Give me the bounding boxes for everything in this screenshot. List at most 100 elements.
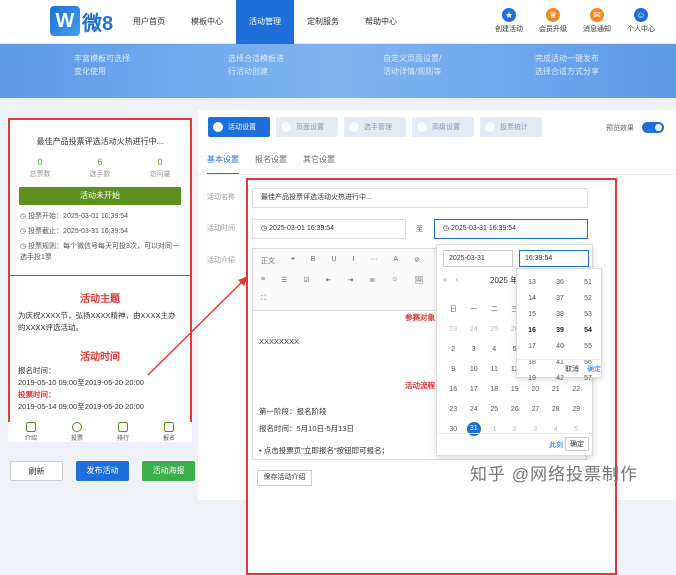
picker-month-label: 2025 年	[490, 276, 519, 285]
confirm-date-button[interactable]: 确定	[565, 437, 589, 451]
day-cell[interactable]: 29	[566, 406, 587, 413]
day-cell[interactable]: 2	[505, 426, 526, 433]
time-cancel-button[interactable]: 取消	[565, 364, 579, 374]
preview-tab-vote[interactable]: 投票	[71, 422, 83, 442]
step-vote-stats[interactable]: 投票统计	[480, 117, 542, 137]
now-button[interactable]: 此刻	[549, 440, 563, 450]
indent-icon[interactable]: ⇥	[348, 276, 354, 284]
day-cell[interactable]: 3	[525, 426, 546, 433]
preview-tab-signup[interactable]: 报名	[163, 422, 175, 442]
refresh-button[interactable]: 刷新	[10, 461, 63, 481]
day-cell[interactable]: 16	[443, 386, 464, 393]
day-cell[interactable]: 5	[566, 426, 587, 433]
day-cell[interactable]: 23	[443, 406, 464, 413]
quote-icon[interactable]: ❝	[291, 256, 295, 266]
time-option[interactable]: 54	[575, 323, 601, 339]
tab-signup-settings[interactable]: 报名设置	[255, 154, 287, 175]
time-option[interactable]: 40	[547, 339, 573, 355]
preview-toggle[interactable]	[642, 122, 664, 133]
time-option[interactable]: 13	[519, 275, 545, 291]
step-contestant-manage[interactable]: 选手管理	[344, 117, 406, 137]
day-cell[interactable]: 26	[505, 406, 526, 413]
publish-button[interactable]: 发布活动	[76, 461, 129, 481]
prev-month-icon[interactable]: ‹	[456, 275, 459, 284]
preview-tab-intro[interactable]: 介绍	[25, 422, 37, 442]
time-option[interactable]: 37	[547, 291, 573, 307]
time-option[interactable]: 14	[519, 291, 545, 307]
logo[interactable]: W 微8	[50, 6, 113, 36]
day-cell[interactable]: 24	[464, 406, 485, 413]
outdent-icon[interactable]: ⇤	[326, 276, 332, 284]
nav-custom-service[interactable]: 定制服务	[294, 0, 352, 44]
image-icon[interactable]: 🖼	[414, 276, 423, 284]
time-option[interactable]: 39	[547, 323, 573, 339]
poster-button[interactable]: 活动海报	[142, 461, 195, 481]
day-cell[interactable]: 10	[464, 366, 485, 373]
nav-templates[interactable]: 模板中心	[178, 0, 236, 44]
save-intro-button[interactable]: 保存活动介绍	[257, 470, 312, 486]
checklist-icon[interactable]: ☑	[303, 276, 309, 284]
time-option[interactable]: 51	[575, 275, 601, 291]
step-page-settings[interactable]: 页面设置	[276, 117, 338, 137]
time-option[interactable]: 36	[547, 275, 573, 291]
time-option[interactable]: 55	[575, 339, 601, 355]
prev-year-icon[interactable]: «	[443, 275, 447, 284]
day-cell[interactable]: 2	[443, 346, 464, 353]
emoji-icon[interactable]: ☺	[391, 276, 398, 284]
fullscreen-icon[interactable]: ⛶	[261, 295, 266, 303]
underline-icon[interactable]: U	[331, 256, 336, 266]
day-cell[interactable]: 28	[546, 406, 567, 413]
day-cell[interactable]: 23	[443, 326, 464, 333]
day-cell[interactable]: 9	[443, 366, 464, 373]
time-option[interactable]: 17	[519, 339, 545, 355]
day-cell[interactable]: 3	[464, 346, 485, 353]
nav-activity-manage[interactable]: 活动管理	[236, 0, 294, 44]
day-number: 3	[471, 345, 476, 353]
time-option[interactable]: 52	[575, 291, 601, 307]
more-icon[interactable]: ···	[370, 256, 377, 266]
bulleted-list-icon[interactable]: ≡	[261, 276, 265, 284]
activity-name-input[interactable]: 最佳产品投票评选活动火热进行中...	[252, 188, 588, 208]
preview-tab-rank[interactable]: 排行	[117, 422, 129, 442]
end-time-input[interactable]: ◷ 2025-03-31 16:39:54	[434, 219, 588, 239]
nav-home[interactable]: 用户首页	[120, 0, 178, 44]
profile-link[interactable]: ☺ 个人中心	[624, 8, 658, 34]
start-time-input[interactable]: ◷ 2025-03-01 16:39:54	[252, 219, 406, 239]
day-cell[interactable]: 25	[484, 326, 505, 333]
step-advanced-settings[interactable]: 高级设置	[412, 117, 474, 137]
day-cell[interactable]: 24	[464, 326, 485, 333]
nav-help[interactable]: 帮助中心	[352, 0, 410, 44]
day-cell[interactable]: 25	[484, 406, 505, 413]
tab-basic-settings[interactable]: 基本设置	[207, 154, 239, 175]
day-cell[interactable]: 11	[484, 366, 505, 373]
bold-icon[interactable]: B	[311, 256, 316, 266]
notifications-link[interactable]: ✉ 消息通知	[580, 8, 614, 34]
time-option[interactable]: 16	[519, 323, 545, 339]
align-icon[interactable]: ≣	[369, 276, 375, 284]
picker-date-input[interactable]: 2025-03-31	[443, 250, 513, 267]
gear-icon	[417, 122, 427, 132]
star-icon: ★	[502, 8, 516, 22]
day-cell[interactable]: 1	[484, 426, 505, 433]
time-option[interactable]: 38	[547, 307, 573, 323]
time-option[interactable]: 53	[575, 307, 601, 323]
day-cell[interactable]: 30	[443, 426, 464, 433]
member-upgrade-link[interactable]: ♛ 会员升级	[536, 8, 570, 34]
step-activity-settings[interactable]: 活动设置	[208, 117, 270, 137]
day-cell[interactable]: 4	[546, 426, 567, 433]
picker-time-input[interactable]: 16:39:54	[519, 250, 589, 267]
clear-format-icon[interactable]: ⊘	[414, 256, 420, 266]
day-cell[interactable]: 18	[484, 386, 505, 393]
tab-other-settings[interactable]: 其它设置	[303, 154, 335, 175]
numbered-list-icon[interactable]: ☰	[281, 276, 287, 284]
paragraph-style-select[interactable]: 正文	[261, 256, 275, 266]
day-cell[interactable]: 17	[464, 386, 485, 393]
font-color-icon[interactable]: A	[393, 256, 398, 266]
day-cell[interactable]: 4	[484, 346, 505, 353]
activity-status-button[interactable]: 活动未开始	[19, 187, 181, 205]
time-ok-button[interactable]: 确定	[587, 364, 601, 374]
italic-icon[interactable]: I	[353, 256, 355, 266]
day-cell[interactable]: 27	[525, 406, 546, 413]
time-option[interactable]: 15	[519, 307, 545, 323]
create-activity-link[interactable]: ★ 创建活动	[492, 8, 526, 34]
